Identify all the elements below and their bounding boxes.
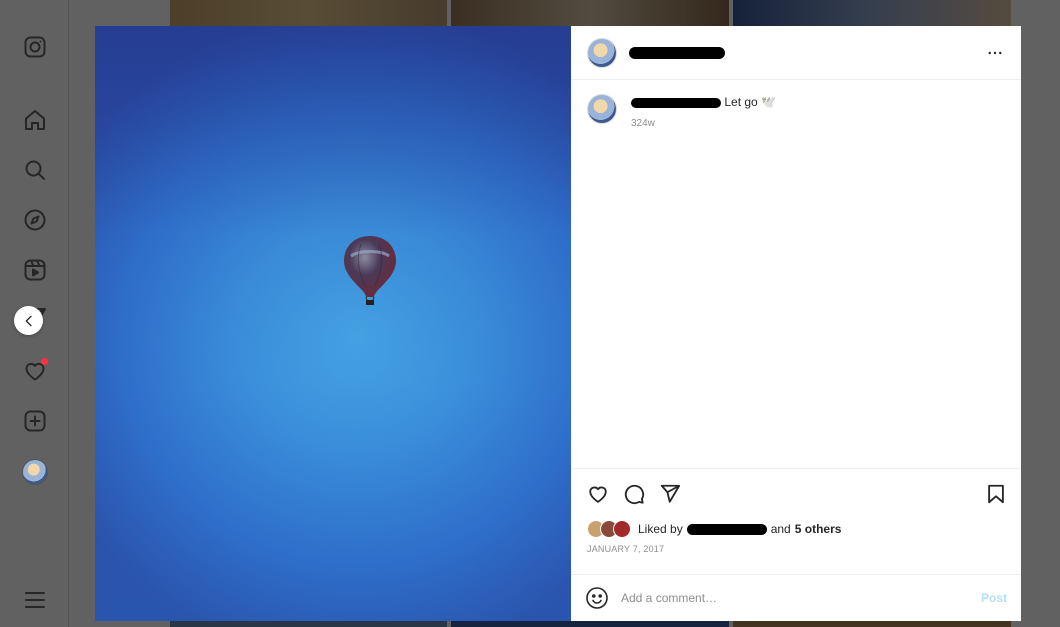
previous-post-button[interactable]	[14, 306, 43, 335]
search-icon[interactable]	[22, 157, 48, 183]
post-header	[571, 26, 1021, 80]
hot-air-balloon-image	[344, 236, 396, 305]
action-row	[571, 469, 1021, 519]
likes-others-link[interactable]: 5 others	[795, 522, 842, 536]
menu-icon[interactable]	[22, 587, 48, 613]
profile-avatar[interactable]	[22, 459, 48, 485]
more-options-icon[interactable]	[983, 41, 1007, 65]
caption-body: Let go 🕊️ 324w	[631, 94, 776, 132]
notification-dot	[41, 358, 48, 365]
post-modal: Let go 🕊️ 324w Liked by and 5 others JAN…	[95, 26, 1021, 621]
post-side-panel: Let go 🕊️ 324w Liked by and 5 others JAN…	[571, 26, 1021, 621]
redacted-caption-username[interactable]	[631, 97, 721, 108]
likes-prefix: Liked by	[638, 522, 683, 536]
home-icon[interactable]	[22, 107, 48, 133]
author-avatar[interactable]	[587, 37, 617, 68]
instagram-logo-icon[interactable]	[22, 34, 48, 60]
liker-avatars[interactable]	[587, 520, 631, 538]
likes-and: and	[770, 522, 791, 536]
post-image[interactable]	[95, 26, 571, 621]
like-heart-icon[interactable]	[585, 481, 611, 507]
save-bookmark-icon[interactable]	[983, 481, 1009, 507]
caption-timestamp[interactable]: 324w	[631, 116, 776, 132]
post-date[interactable]: JANUARY 7, 2017	[571, 544, 1021, 554]
post-caption: Let go 🕊️ 324w	[587, 94, 1005, 132]
heart-icon[interactable]	[22, 358, 48, 384]
redacted-liker-name[interactable]	[686, 523, 767, 535]
create-icon[interactable]	[22, 408, 48, 434]
comment-bar: Post	[571, 574, 1021, 621]
likes-summary: Liked by and 5 others	[571, 519, 1021, 539]
emoji-icon[interactable]	[585, 586, 609, 610]
caption-text: Let go 🕊️	[724, 95, 776, 109]
share-icon[interactable]	[657, 481, 683, 507]
caption-author-avatar[interactable]	[587, 94, 617, 124]
comment-icon[interactable]	[621, 481, 647, 507]
redacted-username[interactable]	[629, 46, 725, 59]
explore-icon[interactable]	[22, 207, 48, 233]
comment-input[interactable]	[619, 590, 981, 606]
post-actions-area: Liked by and 5 others JANUARY 7, 2017	[571, 468, 1021, 554]
reels-icon[interactable]	[22, 257, 48, 283]
chevron-left-icon	[25, 315, 32, 326]
post-comment-button[interactable]: Post	[981, 591, 1007, 605]
